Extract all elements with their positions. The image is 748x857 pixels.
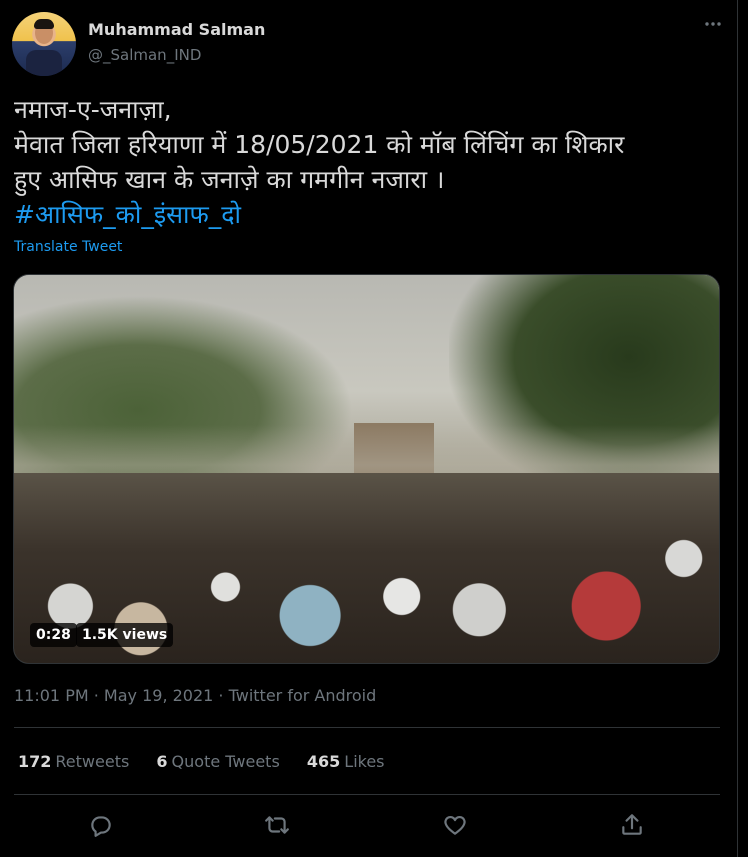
avatar-suit: [26, 50, 62, 76]
user-name[interactable]: Muhammad Salman: [88, 20, 265, 39]
tweet-line: नमाज-ए-जनाज़ा,: [14, 95, 172, 124]
retweets-label: Retweets: [55, 752, 130, 771]
tweet-source[interactable]: Twitter for Android: [229, 686, 377, 705]
quote-tweets-label: Quote Tweets: [171, 752, 280, 771]
tweet-time[interactable]: 11:01 PM: [14, 686, 89, 705]
translate-tweet-link[interactable]: Translate Tweet: [14, 239, 122, 255]
avatar-hair: [34, 19, 54, 29]
divider: [14, 727, 720, 728]
tweet-meta: 11:01 PM · May 19, 2021 · Twitter for An…: [14, 686, 376, 705]
video-views-badge: 1.5K views: [76, 623, 174, 647]
tweet-header: Muhammad Salman @_Salman_IND: [12, 12, 732, 76]
heart-icon: [444, 816, 466, 835]
likes-count: 465: [306, 752, 341, 771]
likes-label: Likes: [344, 752, 385, 771]
tweet-text: नमाज-ए-जनाज़ा, मेवात जिला हरियाणा में 18…: [14, 92, 724, 232]
meta-separator: ·: [213, 686, 229, 705]
like-button[interactable]: [442, 812, 468, 838]
quote-tweets-stat[interactable]: 6 Quote Tweets: [156, 752, 279, 771]
reply-icon: [91, 816, 111, 837]
likes-stat[interactable]: 465 Likes: [307, 752, 385, 771]
retweets-stat[interactable]: 172 Retweets: [18, 752, 129, 771]
tweet-line: हुए आसिफ खान के जनाज़े का गमगीन नजारा ।: [14, 165, 445, 194]
more-dots: [705, 22, 721, 26]
tweet-actions: [14, 800, 720, 850]
divider: [14, 794, 720, 795]
retweet-button[interactable]: [264, 812, 290, 838]
video-duration-badge: 0:28: [30, 623, 77, 647]
more-horizontal-icon[interactable]: [698, 16, 728, 40]
avatar[interactable]: [12, 12, 76, 76]
retweet-icon: [265, 816, 289, 834]
hashtag-link[interactable]: #आसिफ_को_इंसाफ_दो: [14, 197, 724, 232]
share-button[interactable]: [619, 812, 645, 838]
tweet-line: मेवात जिला हरियाणा में 18/05/2021 को मॉब…: [14, 130, 625, 159]
tweet-date[interactable]: May 19, 2021: [104, 686, 213, 705]
user-handle[interactable]: @_Salman_IND: [88, 46, 201, 64]
quote-tweets-count: 6: [156, 752, 168, 771]
tweet-stats: 172 Retweets 6 Quote Tweets 465 Likes: [18, 752, 407, 771]
meta-separator: ·: [88, 686, 104, 705]
share-icon: [622, 814, 642, 835]
video-player[interactable]: 0:28 1.5K views: [13, 274, 720, 664]
reply-button[interactable]: [88, 812, 114, 838]
retweets-count: 172: [18, 752, 52, 771]
tweet-card: Muhammad Salman @_Salman_IND नमाज-ए-जनाज…: [0, 0, 738, 857]
